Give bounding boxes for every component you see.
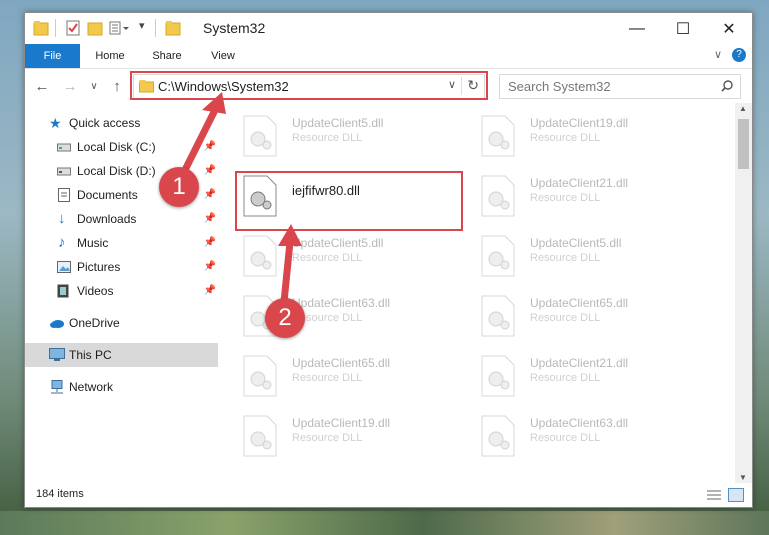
step-2-badge: 2 — [265, 298, 305, 338]
arrow-step-2 — [280, 238, 294, 306]
step-1-badge: 1 — [159, 167, 199, 207]
arrow-step-1-head — [202, 92, 226, 114]
arrow-step-1 — [178, 104, 220, 180]
arrow-step-2-head — [278, 224, 302, 246]
annotation-arrows — [178, 92, 302, 306]
